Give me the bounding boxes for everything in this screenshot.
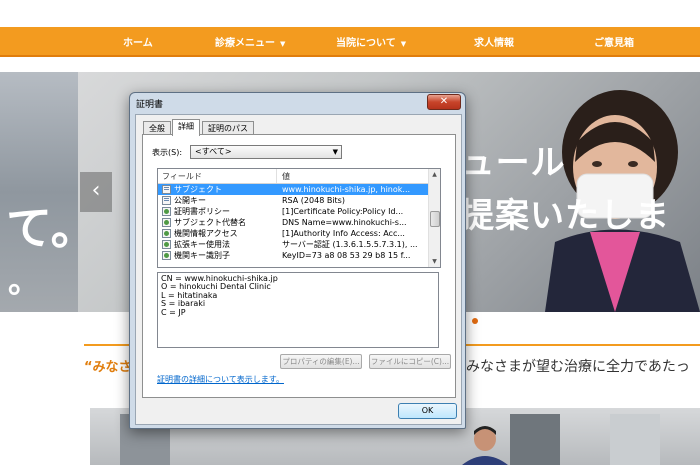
section-quote-start: “みなさ [84,360,132,375]
close-button[interactable]: ✕ [427,94,461,110]
hero-caption-line-2: 提案いたしま [460,196,670,236]
building-window [510,414,560,465]
certificate-field-icon [162,185,171,194]
field-name: サブジェクト [174,185,222,194]
field-value: サーバー認証 (1.3.6.1.5.5.7.3.1), ... [282,240,418,249]
tab-details[interactable]: 詳細 [172,119,200,136]
close-icon: ✕ [439,96,449,107]
copy-to-file-label: ファイルにコピー(C)... [370,357,450,366]
detail-line: S = ibaraki [161,299,206,309]
certificate-dialog: 証明書 ✕ 全般 詳細 証明のパス 表示(S): <すべて> ▼ フィールド 値 [129,92,466,429]
dialog-title: 証明書 [136,100,164,110]
tab-general-label: 全般 [149,124,165,133]
fields-list-scrollbar[interactable]: ▲ ▼ [428,169,440,267]
certificate-extension-icon [162,218,171,227]
certificate-extension-icon [162,251,171,260]
tab-certification-path[interactable]: 証明のパス [202,121,254,135]
nav-treatment-menu[interactable]: 診療メニュー ▼ [215,34,285,49]
dialog-body: 全般 詳細 証明のパス 表示(S): <すべて> ▼ フィールド 値 サブジェク… [135,114,462,425]
field-row[interactable]: サブジェクト代替名 DNS Name=www.hinokuchi-s... [158,217,428,228]
tab-certification-path-label: 証明のパス [208,124,248,133]
nav-home[interactable]: ホーム [123,34,153,49]
field-name: 機関キー識別子 [174,251,230,260]
field-name: 公開キー [174,196,206,205]
nav-home-label: ホーム [123,38,153,49]
edit-properties-button[interactable]: プロパティの編集(E)... [280,354,362,369]
edit-properties-label: プロパティの編集(E)... [282,357,360,366]
hero-prev-arrow[interactable]: ‹ [80,172,112,212]
tab-details-label: 詳細 [178,122,194,131]
nav-about-clinic[interactable]: 当院について ▼ [336,34,406,49]
hero-left-glyph: 。 [8,262,41,300]
field-row[interactable]: 拡張キー使用法 サーバー認証 (1.3.6.1.5.5.7.3.1), ... [158,239,428,250]
learn-more-link[interactable]: 証明書の詳細について表示します。 [157,374,284,385]
nav-about-clinic-label: 当院について [336,38,396,49]
building-window [610,414,660,465]
scrollbar-thumb[interactable] [430,211,440,227]
column-value[interactable]: 値 [282,171,290,182]
ok-label: OK [421,406,434,415]
fields-list[interactable]: フィールド 値 サブジェクト www.hinokuchi-shika.jp, h… [157,168,441,268]
caret-down-icon: ▼ [400,40,407,48]
nav-recruitment-label: 求人情報 [474,38,514,49]
nav-feedback[interactable]: ご意見箱 [594,34,634,49]
certificate-extension-icon [162,229,171,238]
scroll-up-icon[interactable]: ▲ [429,169,440,180]
ok-button[interactable]: OK [398,403,457,419]
field-detail-textbox[interactable]: CN = www.hinokuchi-shika.jp O = hinokuch… [157,272,439,348]
field-row[interactable]: 公開キー RSA (2048 Bits) [158,195,428,206]
chevron-down-icon: ▼ [332,148,338,156]
field-value: RSA (2048 Bits) [282,196,345,205]
caret-down-icon: ▼ [280,40,286,48]
building-photo-person [462,426,508,465]
column-divider[interactable] [276,169,277,183]
nav-recruitment[interactable]: 求人情報 [474,34,514,49]
show-dropdown[interactable]: <すべて> ▼ [190,145,342,159]
certificate-field-icon [162,196,171,205]
field-row[interactable]: 機関キー識別子 KeyID=73 a8 08 53 29 b8 15 f... [158,250,428,261]
field-name: 証明書ポリシー [174,207,230,216]
scroll-down-icon[interactable]: ▼ [429,256,440,267]
nav-treatment-menu-label: 診療メニュー [215,38,275,49]
field-value: www.hinokuchi-shika.jp, hinok... [282,185,411,194]
field-value: [1]Authority Info Access: Acc... [282,229,405,238]
column-field[interactable]: フィールド [162,171,202,182]
copy-to-file-button[interactable]: ファイルにコピー(C)... [369,354,451,369]
slider-dot[interactable] [472,318,478,324]
show-label: 表示(S): [152,148,183,157]
details-panel: 表示(S): <すべて> ▼ フィールド 値 サブジェクト www.hinoku… [142,134,456,398]
certificate-extension-icon [162,207,171,216]
show-dropdown-value: <すべて> [195,147,232,156]
field-row[interactable]: 証明書ポリシー [1]Certificate Policy:Policy Id.… [158,206,428,217]
hero-prev-slide: て。 。 [0,72,97,312]
nav-feedback-label: ご意見箱 [594,38,634,49]
field-name: 機関情報アクセス [174,229,238,238]
site-nav-bar: ホーム 診療メニュー ▼ 当院について ▼ 求人情報 ご意見箱 [0,27,700,57]
certificate-extension-icon [162,240,171,249]
field-value: KeyID=73 a8 08 53 29 b8 15 f... [282,251,411,260]
field-value: [1]Certificate Policy:Policy Id... [282,207,404,216]
field-name: 拡張キー使用法 [174,240,230,249]
field-row[interactable]: サブジェクト www.hinokuchi-shika.jp, hinok... [158,184,428,195]
section-quote-text: みなさまが望む治療に全力であたっ [466,359,690,375]
field-value: DNS Name=www.hinokuchi-s... [282,218,407,227]
tab-general[interactable]: 全般 [143,121,171,135]
field-row[interactable]: 機関情報アクセス [1]Authority Info Access: Acc..… [158,228,428,239]
field-name: サブジェクト代替名 [174,218,246,227]
list-header: フィールド 値 [158,169,428,184]
detail-line: C = JP [161,307,186,317]
